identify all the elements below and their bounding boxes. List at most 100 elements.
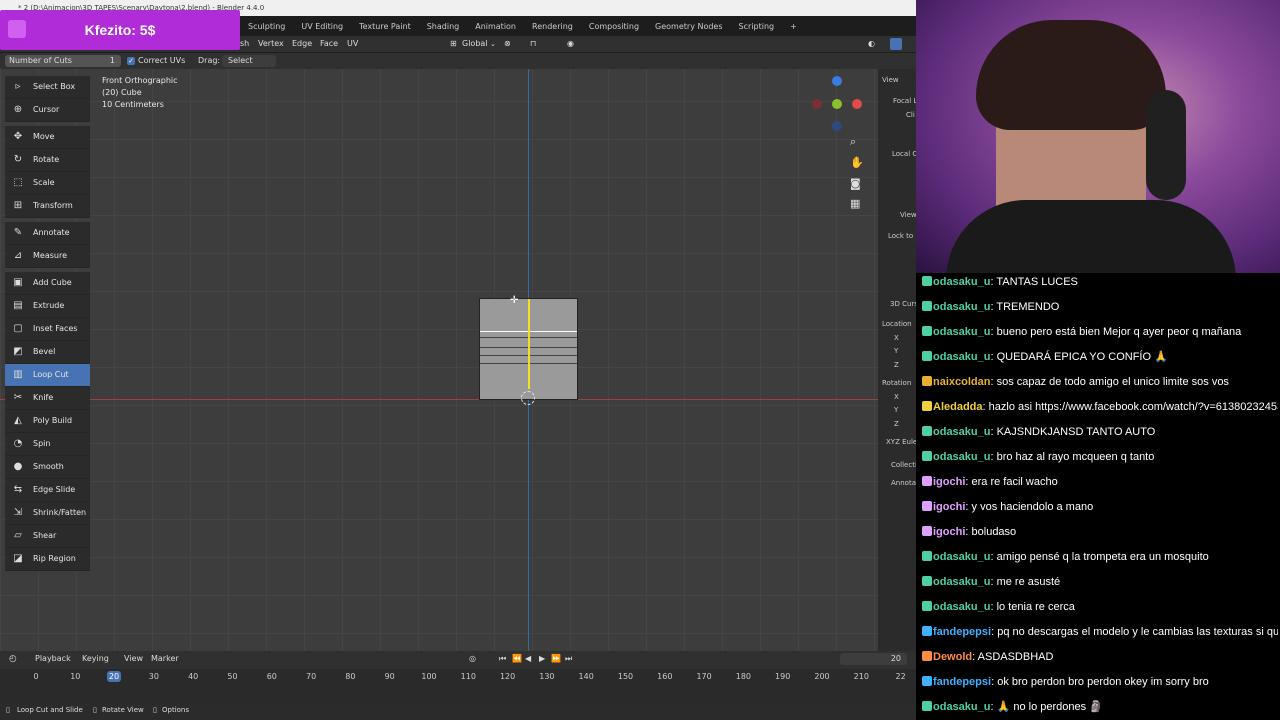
chat-username[interactable]: odasaku_u: [933, 426, 990, 438]
tool-loop-cut[interactable]: ▥ Loop Cut: [5, 364, 90, 387]
cube-mesh[interactable]: [479, 298, 578, 400]
tool-edge-slide[interactable]: ⇆ Edge Slide: [5, 479, 90, 502]
workspace-tab[interactable]: Sculpting: [240, 18, 293, 36]
zoom-icon[interactable]: ⌕: [850, 135, 856, 149]
orientation-dropdown[interactable]: Global: [462, 36, 488, 52]
tool-add-cube[interactable]: ▣ Add Cube: [5, 272, 90, 295]
tool-measure[interactable]: ⊿ Measure: [5, 245, 90, 268]
view-lock-header[interactable]: View: [900, 211, 916, 219]
chat-username[interactable]: fandepepsi: [933, 676, 991, 688]
tool-annotate[interactable]: ✎ Annotate: [5, 222, 90, 245]
gizmo-neg-z-icon[interactable]: [832, 121, 842, 131]
tool-inset-faces[interactable]: ▢ Inset Faces: [5, 318, 90, 341]
tool-extrude-region[interactable]: ▤Extrude Region: [5, 295, 90, 332]
workspace-tab[interactable]: Compositing: [581, 18, 647, 36]
view-panel-header[interactable]: View: [882, 76, 899, 84]
menu-mesh[interactable]: sh: [240, 36, 249, 52]
tool-scale[interactable]: ⬚ Scale: [5, 172, 90, 195]
chat-username[interactable]: Dewold: [933, 651, 972, 663]
drag-dropdown[interactable]: Select Box: [222, 55, 276, 77]
chat-username[interactable]: igochi: [933, 526, 965, 538]
tool-move[interactable]: ✥ Move: [5, 126, 90, 149]
chat-username[interactable]: odasaku_u: [933, 601, 990, 613]
keying-menu[interactable]: Keying: [82, 651, 109, 667]
tool-transform[interactable]: ⊞ Transform: [5, 195, 90, 218]
tool-spin[interactable]: ◔ Spin: [5, 433, 90, 456]
next-keyframe-icon[interactable]: ⏩: [551, 651, 561, 667]
play-icon[interactable]: ▶: [539, 651, 545, 667]
chat-username[interactable]: odasaku_u: [933, 301, 990, 313]
chat-username[interactable]: naixcoldan: [933, 376, 990, 388]
workspace-tab[interactable]: Shading: [419, 18, 468, 36]
workspace-tab[interactable]: Texture Paint: [351, 18, 419, 36]
workspace-tab[interactable]: Rendering: [524, 18, 581, 36]
tool-shrink-fatten[interactable]: ⇲ Shrink/Fatten: [5, 502, 90, 525]
chat-text: y vos haciendolo a mano: [971, 501, 1094, 513]
rotation-mode-dropdown[interactable]: XYZ Eule: [886, 438, 916, 446]
chat-username[interactable]: Aledadda: [933, 401, 983, 413]
record-icon[interactable]: ◎: [469, 651, 476, 667]
workspace-tab[interactable]: +: [782, 18, 805, 36]
gizmo-x-icon[interactable]: [852, 99, 862, 109]
menu-vertex[interactable]: Vertex: [258, 36, 284, 52]
marker-menu[interactable]: Marker: [151, 651, 179, 667]
playback-menu[interactable]: Playback: [35, 651, 71, 667]
knife-icon: ✂: [13, 392, 23, 403]
play-reverse-icon[interactable]: ◀: [525, 651, 531, 667]
tool-label: Loop Cut: [33, 370, 69, 379]
tool-knife[interactable]: ✂ Knife: [5, 387, 90, 410]
chat-username[interactable]: odasaku_u: [933, 551, 990, 563]
editor-type-icon[interactable]: ◴: [9, 651, 17, 667]
chat-username[interactable]: fandepepsi: [933, 626, 991, 638]
view-menu[interactable]: View: [124, 651, 143, 667]
tool-rotate[interactable]: ↻ Rotate: [5, 149, 90, 172]
tool-smooth[interactable]: ● Smooth: [5, 456, 90, 479]
pivot-icon[interactable]: ⊗: [504, 36, 511, 52]
chat-username[interactable]: igochi: [933, 501, 965, 513]
workspace-tab[interactable]: Geometry Nodes: [647, 18, 730, 36]
chat-username[interactable]: odasaku_u: [933, 451, 990, 463]
proportional-edit-icon[interactable]: ◉: [567, 36, 574, 52]
grid-view-icon[interactable]: ▦: [850, 197, 860, 210]
tool-cursor[interactable]: ⊕ Cursor: [5, 99, 90, 122]
annotations-panel-header[interactable]: Annotat: [891, 479, 916, 487]
tool-rip-region[interactable]: ◪ Rip Region: [5, 548, 90, 571]
tool-select-box[interactable]: ▹ Select Box: [5, 76, 90, 99]
3d-cursor-header[interactable]: 3D Curs: [890, 300, 916, 308]
timeline-ruler[interactable]: 0 10 20 30 40 50 60 70 80 90 100 110 120 130 140 150 160…: [0, 669, 916, 685]
tool-bevel[interactable]: ◩ Bevel: [5, 341, 90, 364]
visibility-icon[interactable]: ◐: [868, 36, 875, 52]
chat-username[interactable]: odasaku_u: [933, 351, 990, 363]
workspace-tab[interactable]: Animation: [467, 18, 524, 36]
jump-end-icon[interactable]: ⏭: [565, 651, 572, 667]
menu-uv[interactable]: UV: [347, 36, 358, 52]
menu-face[interactable]: Face: [320, 36, 338, 52]
workspace-tab[interactable]: UV Editing: [293, 18, 351, 36]
correct-uvs-checkbox[interactable]: ✓: [127, 57, 135, 65]
tool-poly-build[interactable]: ◭ Poly Build: [5, 410, 90, 433]
collection-panel-header[interactable]: Collecti: [891, 461, 916, 469]
current-frame-indicator[interactable]: 20: [107, 671, 121, 682]
orientation-icon[interactable]: ⊞: [450, 36, 457, 52]
snap-icon[interactable]: ⊓: [530, 36, 536, 52]
camera-icon[interactable]: ◙: [850, 177, 861, 190]
pan-hand-icon[interactable]: ✋: [850, 156, 864, 169]
tool-shear[interactable]: ▱ Shear: [5, 525, 90, 548]
end-frame-field[interactable]: 20: [840, 653, 907, 665]
chat-username[interactable]: odasaku_u: [933, 326, 990, 338]
status-bar: ▯ Loop Cut and Slide ▯ Rotate View ▯ Opt…: [0, 703, 916, 720]
xray-toggle-icon[interactable]: [890, 38, 902, 50]
jump-start-icon[interactable]: ⏮: [499, 651, 506, 667]
chat-username[interactable]: igochi: [933, 476, 965, 488]
chat-username[interactable]: odasaku_u: [933, 576, 990, 588]
workspace-tab[interactable]: Scripting: [731, 18, 783, 36]
number-of-cuts-field[interactable]: Number of Cuts 1: [5, 55, 121, 67]
gizmo-z-icon[interactable]: [832, 76, 842, 86]
chat-username[interactable]: odasaku_u: [933, 276, 990, 288]
chat-username[interactable]: odasaku_u: [933, 701, 990, 713]
3d-viewport[interactable]: ✛ ⌕ ✋ ◙ ▦ Front Orthographic (20) Cube 1…: [0, 69, 878, 651]
menu-edge[interactable]: Edge: [292, 36, 312, 52]
gizmo-neg-x-icon[interactable]: [812, 99, 822, 109]
prev-keyframe-icon[interactable]: ⏪: [512, 651, 522, 667]
gizmo-y-icon[interactable]: [832, 99, 842, 109]
